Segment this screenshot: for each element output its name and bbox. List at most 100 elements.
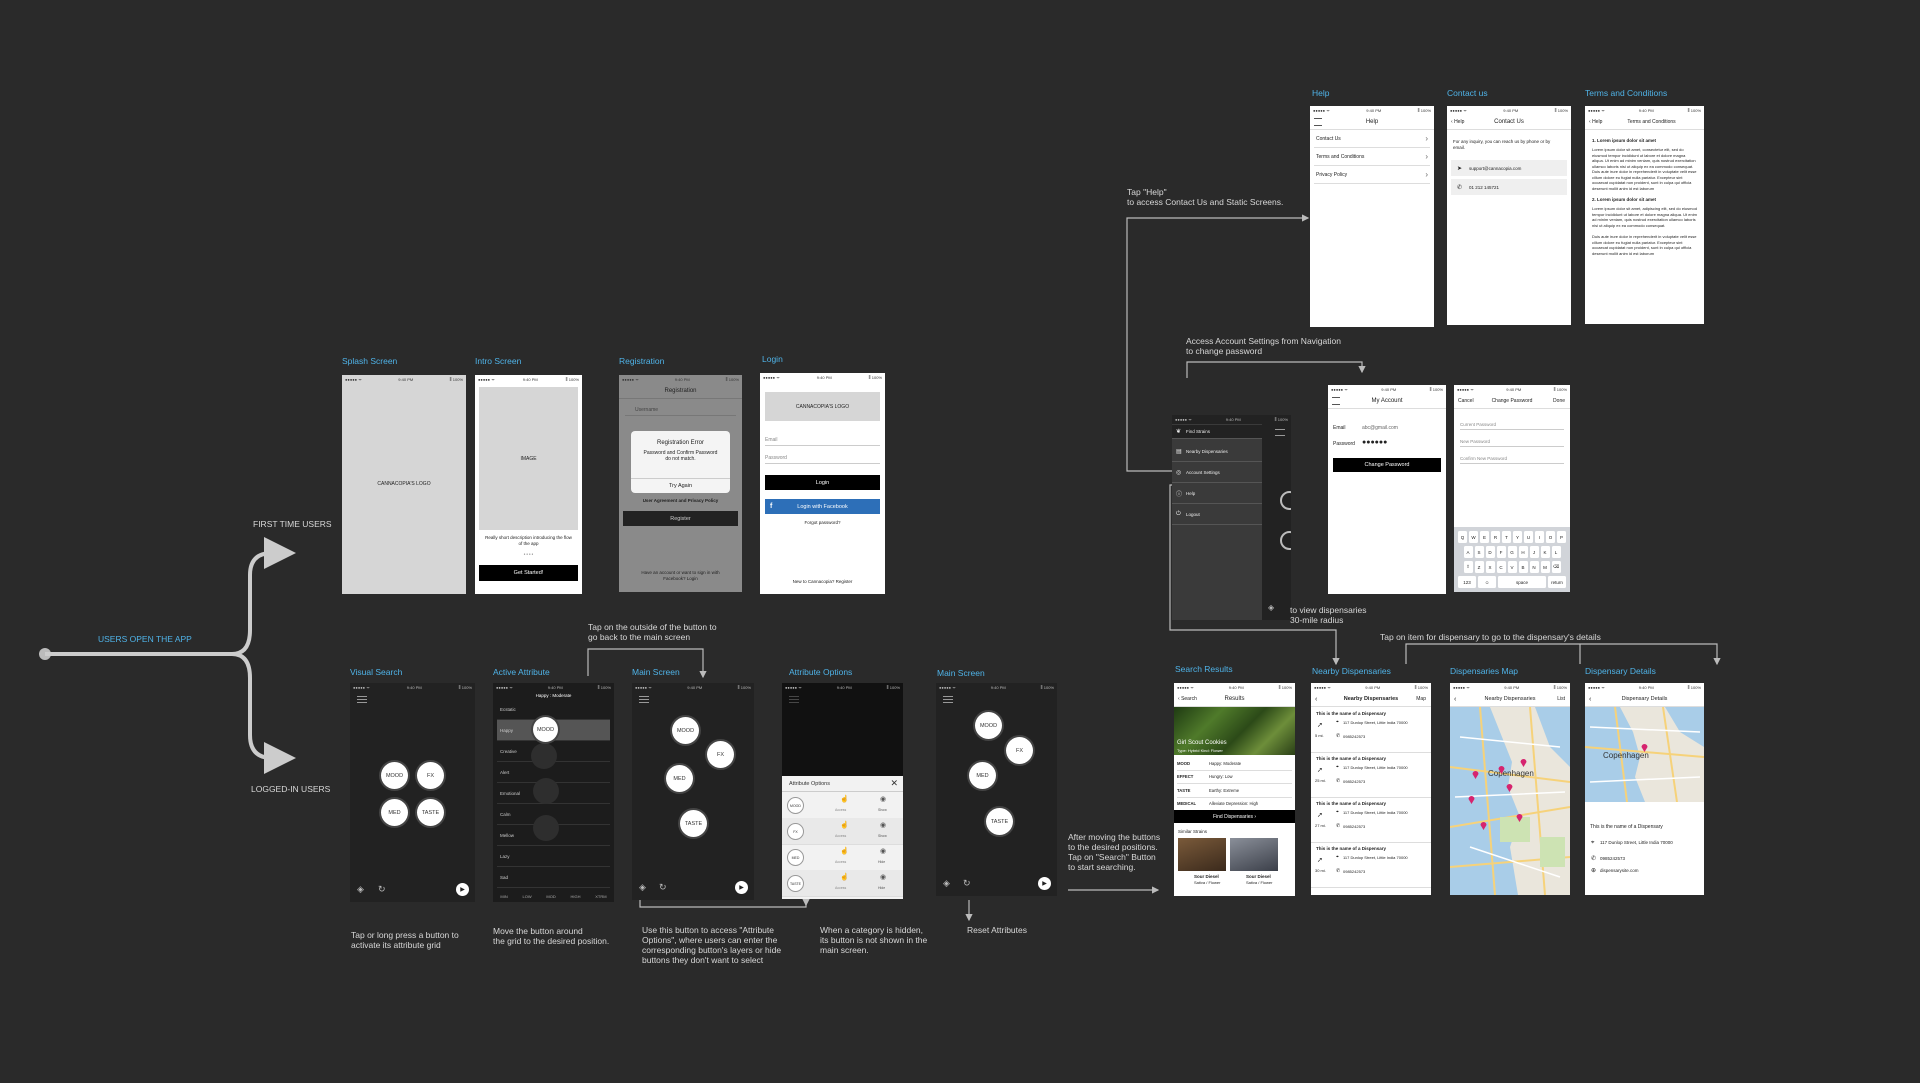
layers-icon[interactable]: ◈: [639, 883, 646, 892]
keyboard-key[interactable]: D: [1485, 546, 1495, 558]
search-play-icon[interactable]: ▶: [1038, 877, 1051, 890]
password-field[interactable]: Password: [765, 448, 880, 464]
details-map[interactable]: Copenhagen: [1585, 707, 1704, 802]
forgot-password-link[interactable]: Forgot password?: [760, 520, 885, 525]
eye-icon[interactable]: ◉: [880, 821, 886, 829]
dispensary-pin-icon[interactable]: [1520, 758, 1527, 767]
menu-item[interactable]: ❦ Find Strains: [1172, 425, 1262, 439]
close-icon[interactable]: ✕: [890, 778, 898, 789]
dispensary-pin-icon[interactable]: [1480, 821, 1487, 830]
current-password-field[interactable]: Current Password: [1460, 416, 1564, 430]
fx-button[interactable]: FX: [707, 741, 734, 768]
agreement-link[interactable]: User Agreement and Privacy Policy: [619, 498, 742, 503]
contact-phone-row[interactable]: ✆ 01 212 145721: [1451, 179, 1567, 195]
menu-icon[interactable]: [1332, 397, 1340, 405]
search-play-icon[interactable]: ▶: [735, 881, 748, 894]
keyboard-key[interactable]: I: [1535, 531, 1544, 543]
attribute-row[interactable]: Sad: [497, 867, 610, 888]
eye-icon[interactable]: ◉: [880, 795, 886, 803]
keyboard-key[interactable]: N: [1529, 561, 1539, 573]
keyboard-key[interactable]: O: [1546, 531, 1555, 543]
mood-button[interactable]: MOOD: [533, 717, 558, 742]
keyboard-key[interactable]: ⇧: [1463, 561, 1473, 573]
hand-icon[interactable]: ☝: [840, 847, 849, 855]
login-button[interactable]: Login: [765, 475, 880, 490]
keyboard-key[interactable]: ⌫: [1551, 561, 1561, 573]
keyboard-key[interactable]: X: [1485, 561, 1495, 573]
menu-item[interactable]: ◎ Account Settings: [1172, 463, 1262, 483]
done-button[interactable]: Done: [1553, 398, 1565, 404]
keyboard-key[interactable]: A: [1463, 546, 1473, 558]
menu-icon[interactable]: [1314, 118, 1322, 126]
new-password-field[interactable]: New Password: [1460, 433, 1564, 447]
dispensary-website[interactable]: dispensarysite.com: [1600, 868, 1639, 873]
mood-button[interactable]: MOOD: [672, 717, 699, 744]
keyboard-key[interactable]: V: [1507, 561, 1517, 573]
dispensary-list-item[interactable]: This is the name of a Dispensary ➚ 30 mi. ⌖…: [1311, 842, 1431, 888]
menu-icon[interactable]: [639, 696, 649, 703]
keyboard-key[interactable]: R: [1491, 531, 1500, 543]
keyboard-key[interactable]: L: [1551, 546, 1561, 558]
dispensary-list-item[interactable]: This is the name of a Dispensary ➚ 25 mi. ⌖…: [1311, 752, 1431, 798]
dispensary-list-item[interactable]: This is the name of a Dispensary ➚ 27 mi. ⌖…: [1311, 797, 1431, 843]
menu-item[interactable]: ⏻ Logout: [1172, 505, 1262, 525]
keyboard-key[interactable]: U: [1524, 531, 1533, 543]
hand-icon[interactable]: ☝: [840, 795, 849, 803]
keyboard-key[interactable]: C: [1496, 561, 1506, 573]
attribute-row[interactable]: Lazy: [497, 846, 610, 867]
reset-icon[interactable]: ↻: [378, 885, 387, 894]
menu-icon[interactable]: [1275, 429, 1285, 436]
find-dispensaries-button[interactable]: Find Dispensaries ›: [1174, 810, 1295, 823]
list-toggle-button[interactable]: List: [1557, 696, 1565, 702]
facebook-login-button[interactable]: f Login with Facebook: [765, 499, 880, 514]
layers-icon[interactable]: ◈: [943, 879, 950, 888]
keyboard-key[interactable]: K: [1540, 546, 1550, 558]
layers-icon[interactable]: ◈: [1268, 603, 1274, 612]
attribute-row[interactable]: Ecstatic: [497, 699, 610, 720]
register-button[interactable]: Register: [623, 511, 738, 526]
keyboard-key[interactable]: S: [1474, 546, 1484, 558]
keyboard-key[interactable]: space: [1498, 576, 1546, 588]
back-chevron-icon[interactable]: ‹: [1589, 696, 1591, 703]
mood-button[interactable]: MOOD: [975, 712, 1002, 739]
eye-icon[interactable]: ◉: [880, 873, 886, 881]
keyboard-key[interactable]: H: [1518, 546, 1528, 558]
keyboard-key[interactable]: B: [1518, 561, 1528, 573]
mood-button[interactable]: MOOD: [381, 762, 408, 789]
back-chevron-icon[interactable]: ‹: [1315, 696, 1317, 703]
keyboard-key[interactable]: M: [1540, 561, 1550, 573]
change-password-button[interactable]: Change Password: [1333, 458, 1441, 472]
email-field[interactable]: Email: [765, 430, 880, 446]
register-link[interactable]: New to Cannacopia? Register: [760, 579, 885, 584]
keyboard-key[interactable]: G: [1507, 546, 1517, 558]
map-toggle-button[interactable]: Map: [1416, 696, 1426, 702]
contact-email-row[interactable]: ➤ support@cannacopia.com: [1451, 160, 1567, 176]
get-started-button[interactable]: Get Started!: [479, 565, 578, 581]
taste-button[interactable]: TASTE: [680, 810, 707, 837]
dispensary-pin-icon[interactable]: [1498, 765, 1505, 774]
reset-icon[interactable]: ↻: [963, 879, 971, 888]
dispensary-phone[interactable]: 0985242573: [1600, 856, 1625, 861]
dispensary-pin-icon[interactable]: [1506, 783, 1513, 792]
confirm-password-field[interactable]: Confirm New Password: [1460, 450, 1564, 464]
menu-item[interactable]: ▤ Nearby Dispensaries: [1172, 442, 1262, 462]
keyboard-key[interactable]: E: [1480, 531, 1489, 543]
registration-footer[interactable]: Have an account or want to sign in with …: [631, 570, 730, 582]
menu-item[interactable]: ⓘ Help: [1172, 484, 1262, 504]
help-row[interactable]: Terms and Conditions ›: [1314, 148, 1430, 166]
back-button[interactable]: ‹ Help: [1451, 119, 1464, 125]
keyboard-key[interactable]: Z: [1474, 561, 1484, 573]
keyboard-key[interactable]: return: [1548, 576, 1566, 588]
help-row[interactable]: Contact Us ›: [1314, 130, 1430, 148]
try-again-button[interactable]: Try Again: [631, 478, 730, 493]
layers-icon[interactable]: ◈: [357, 885, 366, 894]
keyboard-key[interactable]: Y: [1513, 531, 1522, 543]
med-button[interactable]: MED: [969, 762, 996, 789]
keyboard-key[interactable]: ☺: [1478, 576, 1496, 588]
menu-icon[interactable]: [943, 696, 953, 703]
keyboard-key[interactable]: W: [1469, 531, 1478, 543]
taste-button[interactable]: TASTE: [417, 799, 444, 826]
similar-strain-image-2[interactable]: [1230, 838, 1278, 871]
keyboard-key[interactable]: P: [1557, 531, 1566, 543]
search-play-icon[interactable]: ▶: [456, 883, 469, 896]
